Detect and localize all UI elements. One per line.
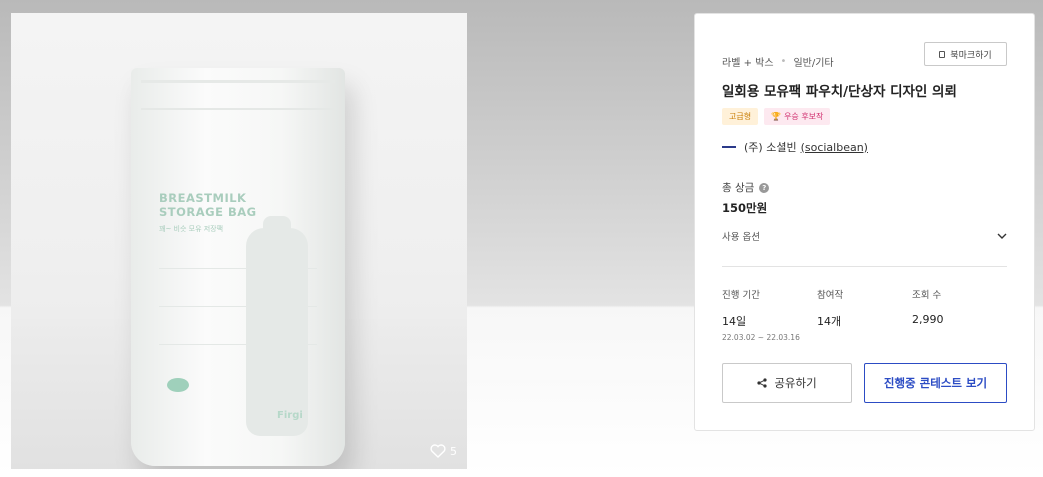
product-image[interactable]: BREASTMILK STORAGE BAG 꽤~ 비슷 모유 저장팩 Firg…	[11, 13, 467, 469]
breadcrumb: 라벨 + 박스 • 일반/기타	[722, 54, 834, 69]
contest-info-card: 라벨 + 박스 • 일반/기타 북마크하기 일회용 모유팩 파우치/단상자 디자…	[694, 13, 1035, 431]
trophy-icon: 🏆	[771, 112, 782, 121]
pouch-title: BREASTMILK STORAGE BAG	[159, 191, 257, 219]
view-ongoing-contests-button[interactable]: 진행중 콘테스트 보기	[864, 363, 1007, 403]
share-label: 공유하기	[774, 376, 817, 390]
usage-option-toggle[interactable]: 사용 옵션	[722, 228, 1007, 244]
usage-option-label: 사용 옵션	[722, 232, 760, 243]
contest-button-label: 진행중 콘테스트 보기	[883, 376, 988, 390]
award-badge: 🏆 우승 후보작	[764, 108, 831, 125]
breadcrumb-category[interactable]: 라벨 + 박스	[722, 54, 774, 69]
company-name: (주) 소셜빈	[744, 141, 797, 154]
chevron-down-icon	[997, 233, 1007, 239]
company-link[interactable]: (socialbean)	[801, 141, 868, 154]
heart-icon	[430, 444, 446, 458]
stat-period: 진행 기간 14일 22.03.02 ~ 22.03.16	[722, 290, 800, 342]
breadcrumb-separator: •	[780, 56, 787, 67]
pouch-subtitle: 꽤~ 비슷 모유 저장팩	[159, 225, 224, 233]
stat-views: 조회 수 2,990	[912, 290, 944, 326]
bookmark-label: 북마크하기	[950, 50, 992, 61]
badge-group: 고급형 🏆 우승 후보작	[722, 108, 831, 125]
grade-badge: 고급형	[722, 108, 759, 125]
whale-logo	[167, 378, 189, 392]
bookmark-icon	[939, 50, 946, 58]
share-button[interactable]: 공유하기	[722, 363, 852, 403]
prize-label: 총 상금 ?	[722, 180, 770, 195]
help-icon[interactable]: ?	[759, 182, 770, 193]
company-row: (주) 소셜빈 (socialbean)	[722, 139, 868, 155]
pouch-seal	[141, 108, 335, 110]
breastmilk-pouch: BREASTMILK STORAGE BAG 꽤~ 비슷 모유 저장팩 Firg…	[131, 68, 345, 466]
pouch-brand: Firgi	[277, 410, 303, 421]
prize-value: 150만원	[722, 201, 768, 215]
company-logo	[722, 144, 736, 150]
stat-entries: 참여작 14개	[817, 290, 844, 328]
like-button[interactable]: 5	[430, 444, 457, 458]
divider	[722, 266, 1007, 267]
bottle-graphic	[246, 228, 308, 436]
pouch-zipper	[141, 80, 335, 83]
breadcrumb-subcategory[interactable]: 일반/기타	[793, 54, 833, 69]
contest-title: 일회용 모유팩 파우치/단상자 디자인 의뢰	[722, 84, 957, 100]
share-icon	[757, 378, 767, 388]
like-count: 5	[450, 444, 457, 458]
bookmark-button[interactable]: 북마크하기	[924, 42, 1007, 66]
